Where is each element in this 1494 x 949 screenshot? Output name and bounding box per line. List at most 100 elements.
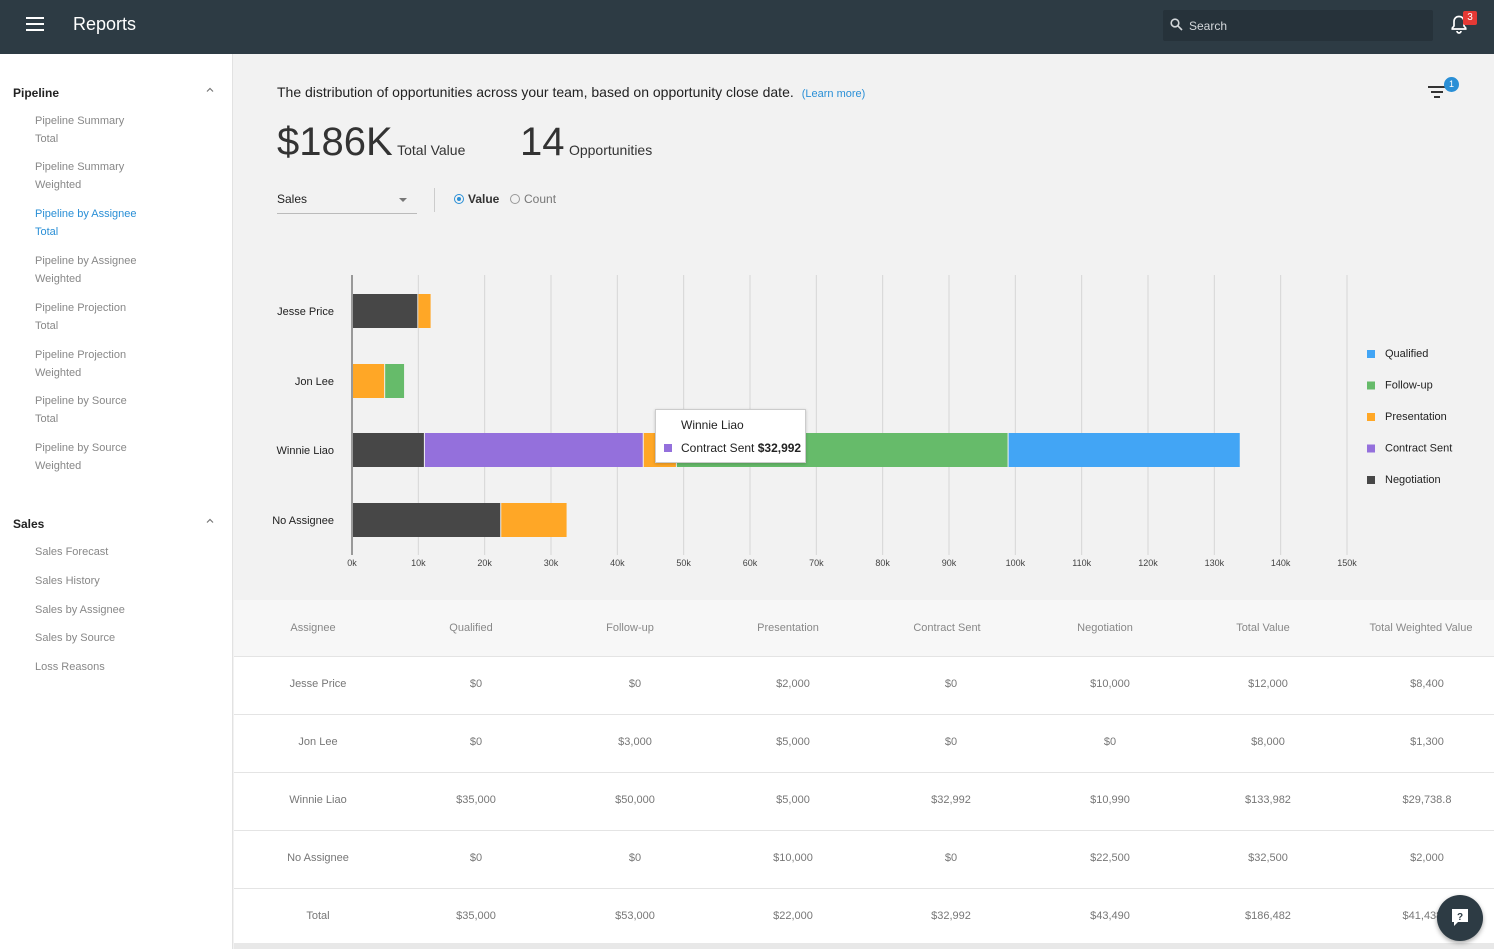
table-cell: $5,000: [776, 794, 810, 806]
table-cell: $5,000: [776, 736, 810, 748]
legend-swatch: [1367, 413, 1375, 421]
sidebar-item-sales-history[interactable]: Sales History: [35, 572, 215, 590]
sidebar-item-label: Pipeline by Assignee: [35, 255, 137, 267]
sidebar-section-sales[interactable]: Sales: [13, 515, 218, 535]
sidebar-item-pipeline-by-source-weighted[interactable]: Pipeline by Source Weighted: [35, 439, 215, 475]
sidebar-item-pipeline-summary-total[interactable]: Pipeline Summary Total: [35, 112, 215, 148]
sidebar-item-sublabel: Weighted: [35, 179, 82, 191]
bar-qualified: [1008, 433, 1240, 467]
table-cell: $2,000: [776, 678, 810, 690]
sidebar-item-sales-forecast[interactable]: Sales Forecast: [35, 543, 215, 561]
sidebar-item-sales-by-source[interactable]: Sales by Source: [35, 629, 215, 647]
column-header[interactable]: Follow-up: [550, 622, 710, 634]
sidebar-item-label: Pipeline by Source: [35, 442, 127, 454]
bar-presentation: [352, 364, 385, 398]
table-cell: Jesse Price: [289, 678, 347, 690]
bar-negotiation: [352, 433, 424, 467]
table-cell: $50,000: [615, 794, 655, 806]
table-cell: $29,738.8: [1402, 794, 1452, 806]
table-total-row: Total $35,000 $53,000 $22,000 $32,992 $43,490…: [234, 889, 1494, 947]
kpi-opportunities: 14 Opportunities: [520, 120, 652, 165]
sidebar-item-sublabel: Weighted: [35, 460, 82, 472]
x-tick-label: 120k: [1138, 558, 1158, 568]
x-tick-label: 100k: [1006, 558, 1026, 568]
sidebar-item-pipeline-by-source-total[interactable]: Pipeline by Source Total: [35, 392, 215, 428]
table-cell: $10,990: [1090, 794, 1130, 806]
report-description: The distribution of opportunities across…: [277, 84, 865, 100]
table-cell: $0: [628, 852, 642, 864]
sidebar-item-label: Pipeline Projection: [35, 302, 127, 314]
sidebar-item-label: Loss Reasons: [35, 661, 105, 673]
table-cell: $186,482: [1245, 910, 1291, 922]
sidebar-item-sublabel: Total: [35, 320, 59, 332]
table-row: Jesse Price $0 $0 $2,000 $0 $10,000 $12,000 $8,…: [234, 657, 1494, 715]
legend-label: Negotiation: [1385, 474, 1441, 486]
table-cell: Winnie Liao: [289, 794, 347, 806]
sidebar-item-label: Sales Forecast: [35, 546, 109, 558]
sidebar-item-sales-by-assignee[interactable]: Sales by Assignee: [35, 601, 215, 619]
table-cell: $0: [1103, 736, 1117, 748]
learn-more-link[interactable]: (Learn more): [802, 88, 866, 100]
x-tick-label: 60k: [743, 558, 758, 568]
column-header[interactable]: Qualified: [391, 622, 551, 634]
table-cell: $22,000: [773, 910, 813, 922]
table-cell: $35,000: [456, 794, 496, 806]
x-tick-label: 90k: [942, 558, 957, 568]
sidebar-item-label: Sales by Assignee: [35, 604, 125, 616]
opportunities-label: Opportunities: [568, 142, 653, 158]
x-tick-label: 130k: [1205, 558, 1225, 568]
sidebar-item-sublabel: Weighted: [35, 367, 82, 379]
bar-negotiation: [352, 503, 501, 537]
table-cell: $8,000: [1251, 736, 1285, 748]
sidebar-item-label: Sales History: [35, 575, 100, 587]
column-header[interactable]: Negotiation: [1025, 622, 1185, 634]
table-cell: $12,000: [1248, 678, 1288, 690]
search-box[interactable]: [1163, 10, 1433, 41]
table-cell: $1,300: [1410, 736, 1444, 748]
column-header[interactable]: Presentation: [708, 622, 868, 634]
table-cell: No Assignee: [287, 852, 349, 864]
x-tick-label: 10k: [411, 558, 426, 568]
page-title: Reports: [73, 14, 137, 34]
x-tick-label: 0k: [347, 558, 357, 568]
radio-value[interactable]: Value: [454, 192, 499, 206]
table-cell: Total: [306, 910, 330, 922]
sidebar-item-pipeline-by-assignee-weighted[interactable]: Pipeline by Assignee Weighted: [35, 252, 215, 288]
column-header[interactable]: Total Value: [1183, 622, 1343, 634]
sidebar-section-pipeline[interactable]: Pipeline: [13, 84, 218, 104]
column-header[interactable]: Total Weighted Value: [1341, 622, 1494, 634]
table-cell: $32,992: [931, 794, 971, 806]
table-row: Jon Lee $0 $3,000 $5,000 $0 $0 $8,000 $1,300: [234, 715, 1494, 773]
search-input[interactable]: [1189, 10, 1429, 41]
divider: [434, 188, 435, 212]
bar-presentation: [501, 503, 567, 537]
sidebar-item-label: Pipeline Summary: [35, 161, 125, 173]
bar-presentation: [418, 294, 431, 328]
radio-count-label: Count: [524, 192, 557, 206]
column-header[interactable]: Assignee: [233, 622, 393, 634]
legend-label: Contract Sent: [1385, 443, 1452, 455]
radio-count[interactable]: Count: [510, 192, 556, 206]
pipeline-table: Assignee Qualified Follow-up Presentation Co…: [234, 600, 1494, 949]
sidebar-item-pipeline-by-assignee-total[interactable]: Pipeline by Assignee Total: [35, 205, 215, 241]
pipeline-select[interactable]: Sales: [277, 186, 417, 214]
sidebar-item-sublabel: Total: [35, 133, 59, 145]
tooltip-value: $32,992: [757, 441, 802, 455]
chevron-up-icon: [206, 87, 214, 92]
bar-contract-sent: [424, 433, 643, 467]
notification-badge: 3: [1463, 11, 1477, 25]
sidebar-item-pipeline-projection-weighted[interactable]: Pipeline Projection Weighted: [35, 346, 215, 382]
table-cell: $133,982: [1245, 794, 1291, 806]
column-header[interactable]: Contract Sent: [867, 622, 1027, 634]
sidebar-item-pipeline-summary-weighted[interactable]: Pipeline Summary Weighted: [35, 158, 215, 194]
sidebar-item-pipeline-projection-total[interactable]: Pipeline Projection Total: [35, 299, 215, 335]
hamburger-menu-icon[interactable]: [26, 17, 44, 31]
x-tick-label: 140k: [1271, 558, 1291, 568]
help-chat-button[interactable]: ?: [1437, 895, 1483, 941]
sidebar-item-loss-reasons[interactable]: Loss Reasons: [35, 658, 215, 676]
table-header: Assignee Qualified Follow-up Presentation Co…: [234, 600, 1494, 657]
tooltip-swatch: [664, 444, 672, 452]
table-cell: $53,000: [615, 910, 655, 922]
table-footer-strip: [234, 943, 1494, 949]
chart-tooltip: Winnie Liao Contract Sent $32,992: [655, 409, 806, 463]
